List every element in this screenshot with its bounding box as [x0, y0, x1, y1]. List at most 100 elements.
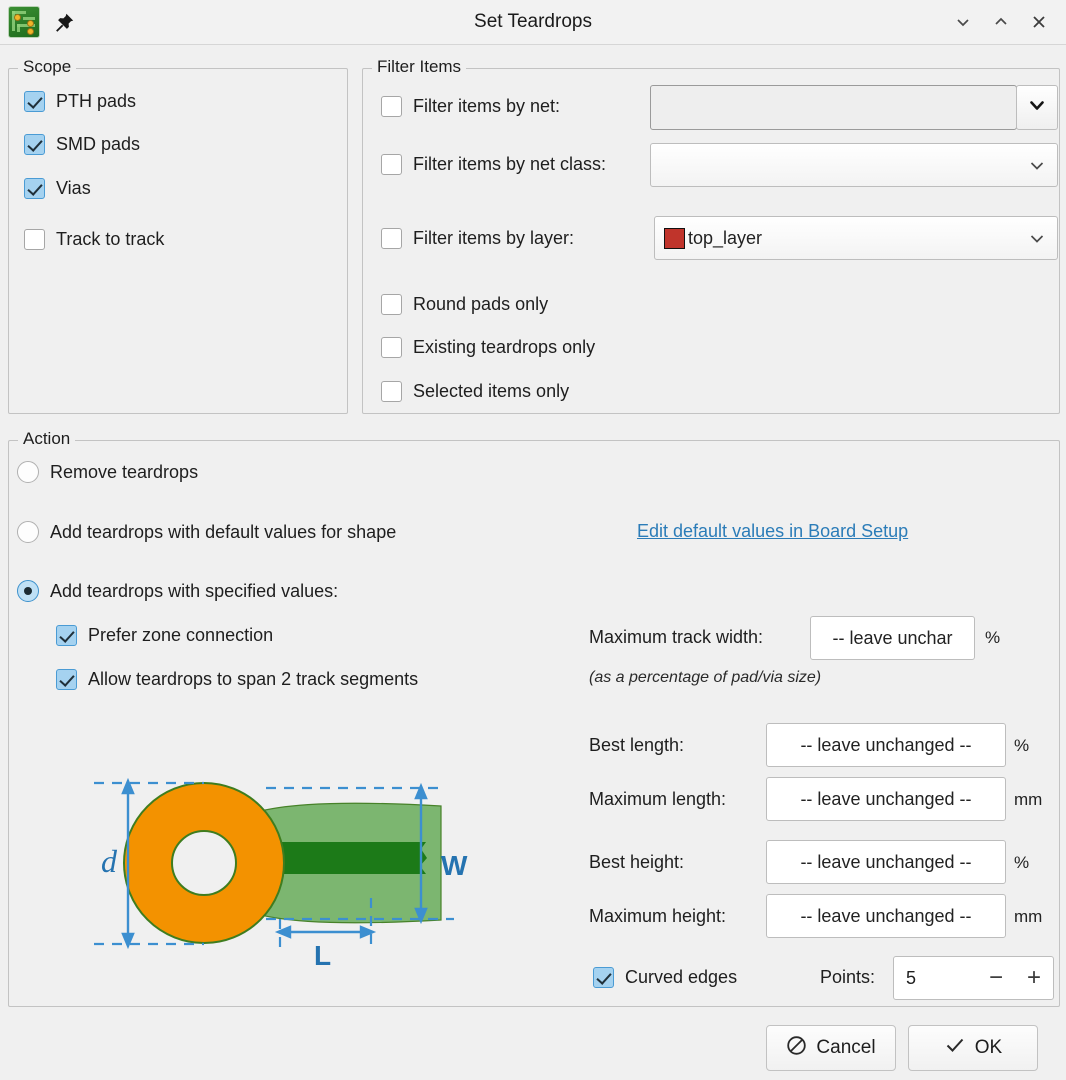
- span-two-segments-row[interactable]: Allow teardrops to span 2 track segments: [56, 669, 418, 690]
- pcb-board-icon: [8, 6, 40, 38]
- round-pads-only-checkbox[interactable]: [381, 294, 402, 315]
- action-remove-teardrops-row[interactable]: Remove teardrops: [17, 461, 198, 483]
- percentage-hint: (as a percentage of pad/via size): [589, 669, 822, 686]
- best-height-value: -- leave unchanged --: [800, 851, 972, 872]
- curved-edges-label: Curved edges: [625, 967, 738, 987]
- curved-edges-checkbox[interactable]: [593, 967, 614, 988]
- chevron-down-icon: [1027, 95, 1047, 120]
- ok-button[interactable]: OK: [908, 1025, 1038, 1071]
- teardrop-illustration: d W L: [86, 748, 516, 978]
- action-legend: Action: [18, 429, 76, 449]
- existing-teardrops-only-label: Existing teardrops only: [413, 337, 596, 357]
- vias-checkbox[interactable]: [24, 178, 45, 199]
- best-length-unit: %: [1014, 736, 1030, 755]
- filter-layer-combo[interactable]: top_layer: [654, 216, 1058, 260]
- filter-existing-teardrops-only-row[interactable]: Existing teardrops only: [381, 337, 595, 358]
- window-title: Set Teardrops: [474, 11, 592, 32]
- filter-by-net-row[interactable]: Filter items by net:: [381, 96, 560, 117]
- points-spinner[interactable]: 5 − +: [893, 956, 1054, 1000]
- maximum-length-input[interactable]: -- leave unchanged --: [766, 777, 1006, 821]
- maximum-height-value: -- leave unchanged --: [800, 905, 972, 926]
- chevron-down-icon: [1027, 228, 1047, 248]
- max-track-width-unit: %: [985, 628, 1001, 647]
- scope-item-vias[interactable]: Vias: [24, 178, 91, 199]
- points-label: Points:: [820, 967, 876, 987]
- diagram-label-d: d: [101, 843, 118, 879]
- ok-button-label: OK: [974, 1037, 1003, 1058]
- maximum-height-unit: mm: [1014, 907, 1043, 926]
- curved-edges-row[interactable]: Curved edges: [593, 967, 737, 988]
- vias-label: Vias: [56, 178, 91, 198]
- points-increment-button[interactable]: +: [1015, 964, 1053, 992]
- filter-selected-items-only-row[interactable]: Selected items only: [381, 381, 569, 402]
- default-values-radio[interactable]: [17, 521, 39, 543]
- best-length-value: -- leave unchanged --: [800, 734, 972, 755]
- filter-by-layer-checkbox[interactable]: [381, 228, 402, 249]
- scope-item-track-to-track[interactable]: Track to track: [24, 229, 164, 250]
- pth-pads-checkbox[interactable]: [24, 91, 45, 112]
- span-two-segments-label: Allow teardrops to span 2 track segments: [88, 669, 419, 689]
- prefer-zone-connection-checkbox[interactable]: [56, 625, 77, 646]
- filter-by-layer-label: Filter items by layer:: [413, 228, 575, 248]
- edit-default-values-link[interactable]: Edit default values in Board Setup: [637, 521, 908, 542]
- scope-item-smd-pads[interactable]: SMD pads: [24, 134, 140, 155]
- best-height-label: Best height:: [589, 852, 685, 872]
- track-to-track-checkbox[interactable]: [24, 229, 45, 250]
- default-values-label: Add teardrops with default values for sh…: [50, 521, 397, 542]
- maximum-height-input[interactable]: -- leave unchanged --: [766, 894, 1006, 938]
- cancel-button[interactable]: Cancel: [766, 1025, 896, 1071]
- round-pads-only-label: Round pads only: [413, 294, 549, 314]
- specified-values-radio[interactable]: [17, 580, 39, 602]
- prefer-zone-connection-row[interactable]: Prefer zone connection: [56, 625, 273, 646]
- title-bar: Set Teardrops: [0, 0, 1066, 45]
- best-length-input[interactable]: -- leave unchanged --: [766, 723, 1006, 767]
- window-controls: [946, 0, 1056, 44]
- maximum-height-label: Maximum height:: [589, 906, 727, 926]
- filter-by-net-label: Filter items by net:: [413, 96, 561, 116]
- minimize-button[interactable]: [946, 5, 980, 39]
- smd-pads-checkbox[interactable]: [24, 134, 45, 155]
- filter-by-net-class-row[interactable]: Filter items by net class:: [381, 154, 606, 175]
- action-specified-values-row[interactable]: Add teardrops with specified values:: [17, 580, 338, 602]
- best-height-input[interactable]: -- leave unchanged --: [766, 840, 1006, 884]
- filter-by-net-class-checkbox[interactable]: [381, 154, 402, 175]
- filter-by-layer-row[interactable]: Filter items by layer:: [381, 228, 574, 249]
- best-length-label: Best length:: [589, 735, 685, 755]
- remove-teardrops-radio[interactable]: [17, 461, 39, 483]
- selected-items-only-checkbox[interactable]: [381, 381, 402, 402]
- chevron-down-icon: [1027, 155, 1047, 175]
- scope-item-pth-pads[interactable]: PTH pads: [24, 91, 136, 112]
- filter-net-dropdown-button[interactable]: [1016, 85, 1058, 130]
- max-track-width-value: -- leave unchar: [832, 627, 953, 648]
- cancel-button-label: Cancel: [816, 1037, 876, 1058]
- scope-legend: Scope: [18, 57, 77, 77]
- pth-pads-label: PTH pads: [56, 91, 137, 111]
- diagram-label-l: L: [314, 940, 331, 971]
- existing-teardrops-only-checkbox[interactable]: [381, 337, 402, 358]
- filter-by-net-class-label: Filter items by net class:: [413, 154, 607, 174]
- smd-pads-label: SMD pads: [56, 134, 141, 154]
- span-two-segments-checkbox[interactable]: [56, 669, 77, 690]
- prefer-zone-connection-label: Prefer zone connection: [88, 625, 274, 645]
- close-button[interactable]: [1022, 5, 1056, 39]
- remove-teardrops-label: Remove teardrops: [50, 461, 199, 482]
- maximize-button[interactable]: [984, 5, 1018, 39]
- filter-round-pads-only-row[interactable]: Round pads only: [381, 294, 548, 315]
- filter-net-input[interactable]: [650, 85, 1017, 130]
- action-default-values-row[interactable]: Add teardrops with default values for sh…: [17, 521, 396, 543]
- points-value: 5: [906, 967, 917, 988]
- best-height-unit: %: [1014, 853, 1030, 872]
- selected-items-only-label: Selected items only: [413, 381, 570, 401]
- filter-layer-value: top_layer: [688, 227, 763, 248]
- max-track-width-label: Maximum track width:: [589, 627, 764, 647]
- max-track-width-input[interactable]: -- leave unchar: [810, 616, 975, 660]
- filter-by-net-checkbox[interactable]: [381, 96, 402, 117]
- diagram-label-w: W: [441, 850, 468, 881]
- layer-color-swatch: [664, 227, 685, 249]
- pushpin-icon[interactable]: [52, 9, 78, 35]
- filter-net-class-combo[interactable]: [650, 143, 1058, 187]
- maximum-length-value: -- leave unchanged --: [800, 788, 972, 809]
- filter-items-legend: Filter Items: [372, 57, 467, 77]
- points-decrement-button[interactable]: −: [977, 964, 1015, 992]
- maximum-length-unit: mm: [1014, 790, 1043, 809]
